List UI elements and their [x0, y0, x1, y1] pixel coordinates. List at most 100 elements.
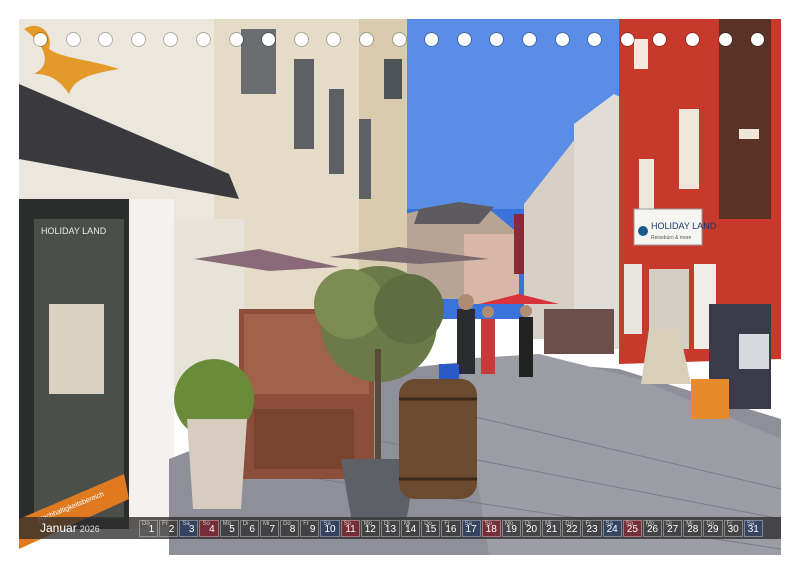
binding-ring [99, 33, 113, 46]
binding-ring [686, 33, 699, 46]
weekday-label: Fr [303, 521, 309, 527]
day-cell: Di 13 [380, 520, 401, 537]
day-number: 9 [309, 524, 316, 535]
day-number: 6 [249, 524, 255, 535]
weekday-label: Di [242, 521, 249, 527]
day-number: 17 [465, 524, 477, 535]
street-photo: HOLIDAY LAND Reisebüro & more HOLIDAY LA… [19, 19, 781, 555]
day-number: 20 [526, 524, 538, 535]
day-number: 11 [345, 524, 356, 535]
day-cell: So 25 [622, 520, 642, 537]
day-number: 19 [505, 524, 517, 535]
binding-ring [490, 33, 504, 46]
day-cell: Mo 26 [642, 520, 663, 537]
day-cell: Di 20 [521, 520, 542, 537]
day-number: 23 [586, 524, 598, 535]
day-cell: Fr 23 [582, 520, 602, 537]
binding-ring [327, 33, 341, 46]
binding-ring [131, 33, 145, 46]
spiral-binding [0, 33, 800, 51]
day-number: 1 [148, 524, 155, 535]
day-cell: Sa 10 [320, 520, 340, 537]
day-cell: Fr 9 [300, 520, 320, 537]
day-number: 3 [188, 524, 195, 535]
day-number: 29 [707, 524, 719, 535]
binding-ring [197, 33, 210, 46]
day-number: 27 [667, 524, 679, 535]
day-number: 30 [727, 524, 739, 535]
weekday-label: Fr [162, 521, 168, 527]
binding-ring [588, 33, 602, 46]
calendar-page: HOLIDAY LAND Reisebüro & more HOLIDAY LA… [0, 0, 800, 575]
day-number: 26 [646, 524, 659, 535]
day-number: 2 [168, 524, 175, 535]
month-label: Januar 2026 [40, 521, 100, 535]
day-cell: Mo 12 [360, 520, 380, 537]
day-cell: So 18 [481, 520, 501, 537]
day-cell: Mi 7 [259, 520, 280, 537]
weekday-label: Mi [262, 521, 270, 527]
day-cell: Sa 3 [179, 520, 199, 537]
day-cell: Mi 21 [542, 520, 562, 537]
day-cell: Mo 19 [501, 520, 521, 537]
binding-ring [392, 33, 406, 46]
day-number: 24 [606, 524, 618, 535]
day-number: 10 [324, 524, 336, 535]
day-number: 12 [364, 524, 376, 535]
day-cell: Fr 30 [723, 520, 743, 537]
day-cell: Sa 17 [461, 520, 481, 537]
day-cell: Do 8 [280, 520, 300, 537]
day-number: 7 [269, 524, 276, 535]
day-number: 15 [425, 524, 437, 535]
binding-ring [457, 33, 471, 46]
binding-ring [360, 33, 373, 46]
day-number: 5 [229, 524, 235, 535]
day-cell: Mo 5 [219, 520, 239, 537]
day-number: 31 [747, 524, 759, 535]
binding-ring [653, 33, 667, 46]
day-cell: So 11 [340, 520, 360, 537]
svg-text:Reisebüro & more: Reisebüro & more [651, 235, 692, 241]
binding-ring [751, 33, 765, 46]
year-label: 2026 [79, 524, 100, 534]
binding-ring [555, 33, 569, 46]
binding-ring [425, 33, 439, 46]
day-number: 4 [209, 524, 215, 535]
day-number: 13 [384, 524, 397, 535]
day-cell: Fr 16 [441, 520, 461, 537]
day-cell: Di 6 [239, 520, 259, 537]
day-cell: Fr 2 [159, 520, 179, 537]
day-number: 8 [289, 524, 296, 535]
binding-ring [523, 33, 536, 46]
binding-ring [262, 33, 276, 46]
day-number: 21 [546, 524, 558, 535]
day-cell: Sa 31 [743, 520, 763, 537]
day-number: 18 [485, 524, 497, 535]
wooden-barrel [399, 379, 477, 499]
day-number: 28 [687, 524, 699, 535]
day-number: 25 [626, 524, 638, 535]
day-cell: Do 29 [703, 520, 723, 537]
binding-ring [34, 33, 47, 46]
day-cell: So 4 [199, 520, 219, 537]
binding-ring [718, 33, 732, 46]
binding-ring [229, 33, 243, 46]
window-sign: HOLIDAY LAND [41, 226, 107, 236]
binding-ring [66, 33, 80, 46]
holiday-land-sign-text: HOLIDAY LAND [651, 221, 717, 231]
day-cell: Do 1 [139, 520, 159, 537]
binding-ring [294, 33, 308, 46]
person [457, 309, 475, 374]
binding-ring [164, 33, 178, 46]
binding-ring [620, 33, 634, 46]
day-cell: Mi 14 [401, 520, 421, 537]
day-cell: Do 22 [562, 520, 582, 537]
day-strip: Do 1 Fr 2 Sa 3 So 4 Mo 5 Di 6 Mi 7 Do 8 Fr 9 Sa 10 So 11 Mo 12 D… [139, 520, 764, 537]
day-number: 16 [445, 524, 457, 535]
day-cell: Mi 28 [683, 520, 703, 537]
day-number: 22 [566, 524, 578, 535]
planter [187, 419, 247, 509]
day-number: 14 [405, 524, 417, 535]
day-cell: Sa 24 [602, 520, 622, 537]
day-cell: Do 15 [421, 520, 441, 537]
